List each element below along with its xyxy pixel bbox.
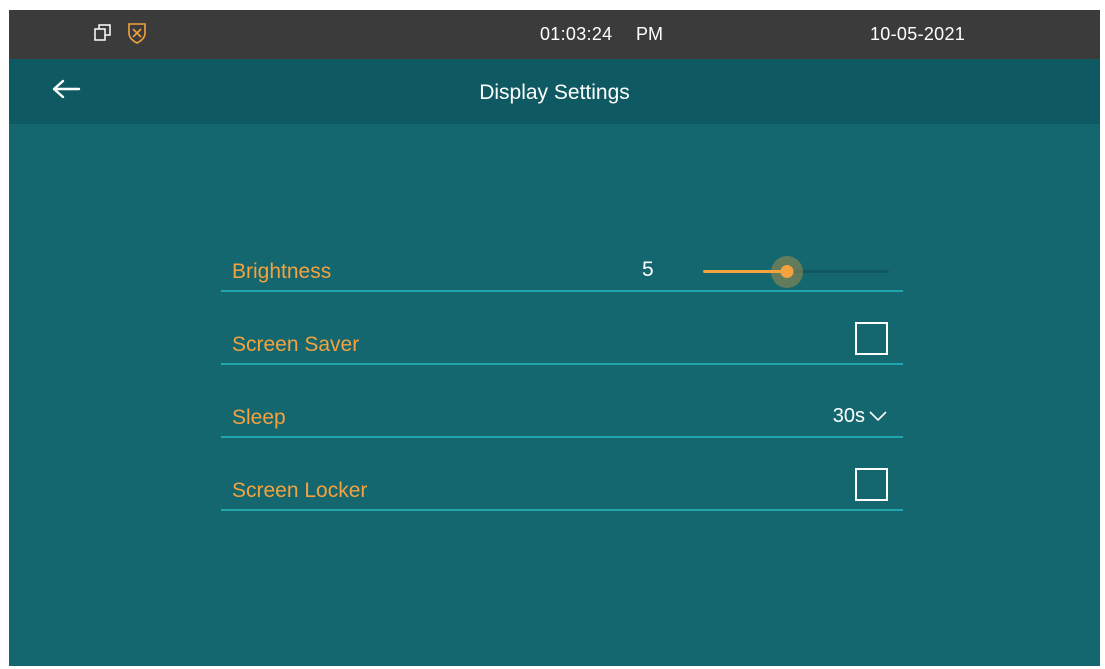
sleep-row: Sleep 30s bbox=[221, 378, 903, 438]
slider-thumb[interactable] bbox=[780, 265, 794, 278]
settings-list: Brightness 5 Screen Saver Sleep 30s Scre… bbox=[221, 232, 903, 524]
screen-locker-row: Screen Locker bbox=[221, 451, 903, 511]
screen-locker-checkbox[interactable] bbox=[855, 468, 888, 501]
status-bar: 01:03:24 PM 10-05-2021 bbox=[9, 10, 1100, 59]
chevron-down-icon bbox=[868, 405, 888, 428]
title-bar: Display Settings bbox=[9, 59, 1100, 124]
display-settings-screen: 01:03:24 PM 10-05-2021 Display Settings … bbox=[9, 10, 1100, 666]
screen-locker-label: Screen Locker bbox=[232, 479, 368, 502]
status-time: 01:03:24 bbox=[540, 24, 613, 44]
status-ampm: PM bbox=[636, 24, 663, 44]
brightness-slider[interactable] bbox=[703, 256, 889, 288]
brightness-label: Brightness bbox=[232, 260, 332, 283]
sleep-value: 30s bbox=[832, 405, 865, 427]
screen-saver-label: Screen Saver bbox=[232, 333, 360, 356]
brightness-value: 5 bbox=[642, 258, 654, 281]
screen-saver-row: Screen Saver bbox=[221, 305, 903, 365]
page-title: Display Settings bbox=[479, 81, 630, 104]
sleep-dropdown[interactable]: 30s bbox=[833, 405, 888, 428]
window-restore-icon bbox=[93, 23, 113, 43]
shield-icon bbox=[127, 22, 147, 44]
brightness-row: Brightness 5 bbox=[221, 232, 903, 292]
sleep-label: Sleep bbox=[232, 406, 286, 429]
screen-saver-checkbox[interactable] bbox=[855, 322, 888, 355]
status-icons bbox=[93, 22, 147, 44]
status-date: 10-05-2021 bbox=[870, 24, 966, 44]
